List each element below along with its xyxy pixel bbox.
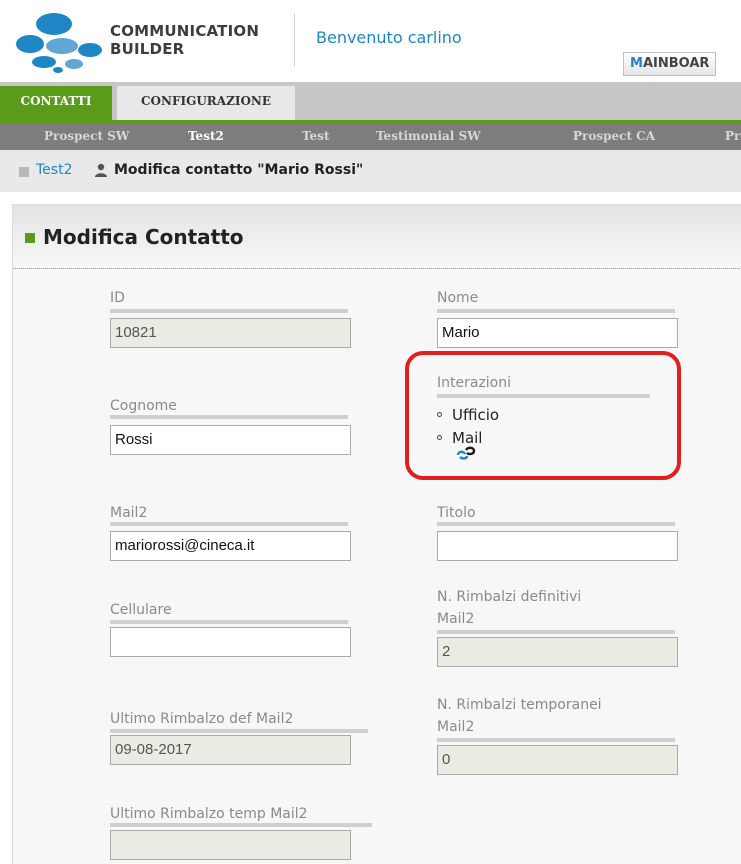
rimbalzi-temp-label-2: Mail2 [437, 719, 475, 735]
interazioni-highlight [405, 351, 681, 480]
ultimo-temp-rule [110, 823, 372, 827]
rimbalzi-temp-rule [437, 738, 675, 742]
rimbalzi-def-field: 2 [437, 637, 678, 667]
welcome-message: Benvenuto carlino [316, 28, 462, 47]
breadcrumb-link-test2[interactable]: Test2 [36, 162, 72, 178]
mainboard-initial: M [630, 56, 643, 71]
panel-title: Modifica Contatto [43, 225, 244, 249]
breadcrumb-bullet [19, 167, 29, 177]
mail2-rule [110, 522, 348, 526]
nome-label: Nome [437, 290, 479, 306]
mainboard-label: AINBOAR [642, 56, 710, 71]
ultimo-temp-field [110, 830, 351, 860]
cellulare-rule [110, 620, 348, 624]
rimbalzi-temp-field: 0 [437, 745, 678, 775]
ultimo-def-rule [110, 729, 368, 733]
header-divider [294, 14, 295, 66]
tab-configurazione[interactable]: CONFIGURAZIONE [117, 86, 295, 120]
list-subnav: Prospect SW Test2 Test Testimonial SW Pr… [0, 120, 741, 150]
nome-rule [437, 309, 675, 313]
rimbalzi-def-label-1: N. Rimbalzi definitivi [437, 589, 582, 605]
rimbalzi-def-rule [437, 630, 675, 634]
ultimo-def-field: 09-08-2017 [110, 735, 351, 765]
ultimo-def-label: Ultimo Rimbalzo def Mail2 [110, 711, 294, 727]
logo-wordmark: COMMUNICATION BUILDER [110, 22, 259, 58]
mainboard-button[interactable]: MAINBOAR [623, 52, 717, 76]
main-tabs: CONTATTI CONFIGURAZIONE [0, 82, 741, 120]
nome-field[interactable]: Mario [437, 318, 678, 348]
subnav-item-testimonial-sw[interactable]: Testimonial SW [376, 129, 481, 143]
ultimo-temp-label: Ultimo Rimbalzo temp Mail2 [110, 806, 308, 822]
tab-contatti[interactable]: CONTATTI [0, 86, 112, 120]
logo-line-1: COMMUNICATION [110, 22, 260, 40]
id-field: 10821 [110, 318, 351, 348]
titolo-field[interactable] [437, 531, 678, 561]
subnav-item-test2[interactable]: Test2 [188, 129, 224, 143]
mail2-field[interactable]: mariorossi@cineca.it [110, 531, 351, 561]
cognome-field[interactable]: Rossi [110, 425, 351, 455]
user-icon [95, 163, 107, 177]
titolo-rule [437, 522, 675, 526]
logo-line-2: BUILDER [110, 40, 185, 58]
panel-title-bullet [25, 233, 35, 243]
communication-builder-logo [16, 13, 102, 73]
subnav-item-test[interactable]: Test [302, 129, 330, 143]
rimbalzi-def-label-2: Mail2 [437, 611, 475, 627]
mail2-label: Mail2 [110, 505, 148, 521]
id-rule [110, 309, 348, 313]
subnav-item-prospect-sw[interactable]: Prospect SW [44, 129, 129, 143]
subnav-item-more[interactable]: Pr [725, 129, 740, 143]
subnav-item-prospect-ca[interactable]: Prospect CA [573, 129, 655, 143]
id-label: ID [110, 290, 125, 306]
cognome-label: Cognome [110, 398, 177, 414]
breadcrumb: Test2 Modifica contatto "Mario Rossi" [0, 150, 741, 192]
panel-header: Modifica Contatto [13, 205, 741, 269]
cellulare-label: Cellulare [110, 602, 172, 618]
breadcrumb-current: Modifica contatto "Mario Rossi" [114, 162, 364, 178]
titolo-label: Titolo [437, 505, 476, 521]
rimbalzi-temp-label-1: N. Rimbalzi temporanei [437, 697, 602, 713]
cognome-rule [110, 415, 348, 419]
app-header: COMMUNICATION BUILDER Benvenuto carlino … [0, 0, 741, 82]
cellulare-field[interactable] [110, 627, 351, 657]
